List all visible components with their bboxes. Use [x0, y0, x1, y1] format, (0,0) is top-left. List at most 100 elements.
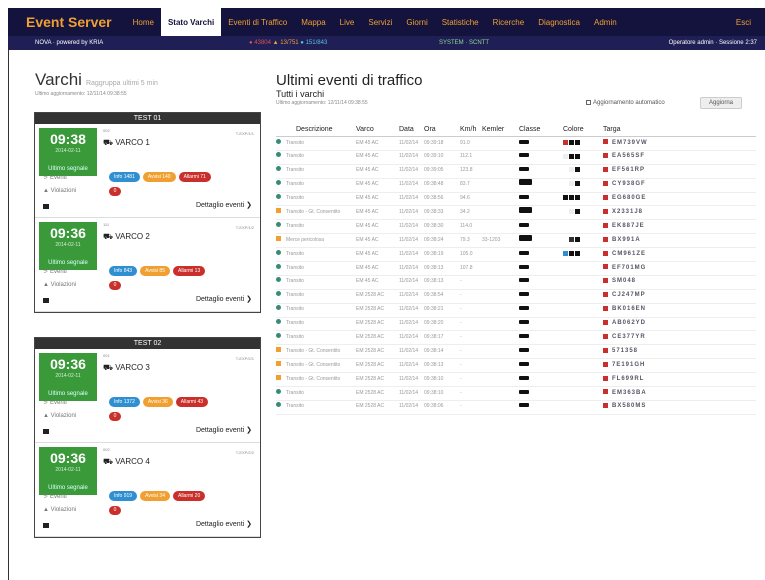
table-row[interactable]: Transito EM 45 AC 11/02/14 09:38:48 83.7 CY93…: [276, 179, 756, 193]
gate-name[interactable]: ⛟ VARCO 4: [103, 457, 150, 467]
plate-cell[interactable]: EK887JE: [603, 220, 756, 234]
table-row[interactable]: Transito EM 45 AC 11/02/14 09:38:30 114.0 EK8…: [276, 220, 756, 235]
plate-cell[interactable]: 571358: [603, 345, 756, 359]
violations-badge[interactable]: 0: [109, 281, 121, 290]
column-header[interactable]: Targa: [603, 123, 756, 136]
event-details-link[interactable]: Dettaglio eventi ❯: [196, 295, 252, 303]
event-details-link[interactable]: Dettaglio eventi ❯: [196, 520, 252, 528]
video-icon[interactable]: [43, 429, 49, 434]
plate-cell[interactable]: EG680GE: [603, 192, 756, 206]
group-header[interactable]: TEST 01: [35, 113, 260, 124]
event-details-link[interactable]: Dettaglio eventi ❯: [196, 201, 252, 209]
table-row[interactable]: Transito EM 45 AC 11/02/14 09:38:13 - SM048: [276, 276, 756, 290]
column-header[interactable]: Data: [399, 123, 424, 136]
alarm-badge[interactable]: Allarmi 20: [173, 491, 206, 501]
table-row[interactable]: Transito EM 45 AC 11/02/14 09:39:05 123.8 EF5…: [276, 165, 756, 179]
table-row[interactable]: Transito EM 2528 AC 11/02/14 09:38:17 - CE377…: [276, 331, 756, 346]
plate-cell[interactable]: BX991A: [603, 234, 756, 248]
column-header[interactable]: Varco: [356, 123, 399, 136]
video-icon[interactable]: [43, 523, 49, 528]
time-cell: 09:38:13: [424, 361, 444, 368]
gate-name[interactable]: ⛟ VARCO 3: [103, 363, 150, 373]
logout-link[interactable]: Esci: [736, 18, 765, 27]
plate-cell[interactable]: BK016EN: [603, 303, 756, 317]
violations-badge[interactable]: 0: [109, 187, 121, 196]
table-row[interactable]: Transito EM 2528 AC 11/02/14 09:38:06 - BX580…: [276, 401, 756, 415]
auto-refresh-toggle[interactable]: Aggiornamento automatico: [586, 100, 665, 106]
table-row[interactable]: Transito EM 45 AC 11/02/14 09:39:10 112.1 EA5…: [276, 151, 756, 165]
alarm-count[interactable]: ● 43804: [249, 40, 271, 46]
info-count[interactable]: ● 151/843: [300, 40, 327, 46]
table-row[interactable]: Merce pericolosa EM 45 AC 11/02/14 09:38:24…: [276, 234, 756, 249]
plate-cell[interactable]: CY938GF: [603, 178, 756, 192]
checkbox-icon[interactable]: [586, 100, 591, 105]
alarm-badge[interactable]: Allarmi 71: [178, 172, 211, 182]
nav-item-giorni[interactable]: Giorni: [399, 8, 434, 36]
plate-cell[interactable]: CJ247MP: [603, 289, 756, 303]
column-header[interactable]: Kemler: [482, 123, 519, 136]
violations-badge[interactable]: 0: [109, 412, 121, 421]
table-row[interactable]: Transito EM 45 AC 11/02/14 09:39:18 91.0 EM73…: [276, 137, 756, 151]
plate-cell[interactable]: EF561RP: [603, 164, 756, 178]
nav-item-servizi[interactable]: Servizi: [361, 8, 399, 36]
table-row[interactable]: Transito - Gt. Consentito EM 2528 AC 11/02…: [276, 345, 756, 360]
plate-cell[interactable]: X2331J8: [603, 206, 756, 220]
table-row[interactable]: Transito EM 45 AC 11/02/14 09:38:19 105.0 CM9…: [276, 248, 756, 263]
column-header[interactable]: Descrizione: [286, 123, 356, 136]
info-badge[interactable]: Info 843: [109, 266, 138, 276]
warning-badge[interactable]: Avvisi 140: [142, 172, 176, 182]
info-badge[interactable]: Info 1481: [109, 172, 140, 182]
table-row[interactable]: Transito - Gt. Consentito EM 45 AC 11/02/1…: [276, 206, 756, 221]
nav-item-admin[interactable]: Admin: [587, 8, 624, 36]
nav-item-stato-varchi[interactable]: Stato Varchi: [160, 8, 222, 36]
alarm-badge[interactable]: Allarmi 13: [173, 266, 206, 276]
nav-item-live[interactable]: Live: [333, 8, 362, 36]
table-row[interactable]: Transito EM 45 AC 11/02/14 09:38:13 107.8 EF7…: [276, 262, 756, 276]
plate-cell[interactable]: EF701MG: [603, 262, 756, 276]
app-title[interactable]: Event Server: [8, 14, 126, 30]
nav-item-eventi-di-traffico[interactable]: Eventi di Traffico: [221, 8, 294, 36]
column-header[interactable]: Classe: [519, 123, 563, 136]
nav-item-diagnostica[interactable]: Diagnostica: [531, 8, 587, 36]
plate-cell[interactable]: EA565SF: [603, 150, 756, 164]
warning-count[interactable]: ▲ 13/751: [273, 40, 299, 46]
user-info[interactable]: Operatore admin · Sessione 2:37: [669, 40, 757, 46]
table-row[interactable]: Transito EM 45 AC 11/02/14 09:38:56 94.6 EG68…: [276, 193, 756, 207]
plate-cell[interactable]: BX580MS: [603, 400, 756, 414]
info-badge[interactable]: Info 1372: [109, 397, 140, 407]
plate-cell[interactable]: CE377YR: [603, 331, 756, 345]
info-badge[interactable]: Info 919: [109, 491, 138, 501]
plate-cell[interactable]: CM961ZE: [603, 248, 756, 262]
nav-item-statistiche[interactable]: Statistiche: [435, 8, 486, 36]
video-icon[interactable]: [43, 298, 49, 303]
gate-name[interactable]: ⛟ VARCO 1: [103, 138, 150, 148]
column-header[interactable]: Km/h: [460, 123, 482, 136]
event-details-link[interactable]: Dettaglio eventi ❯: [196, 426, 252, 434]
violations-badge[interactable]: 0: [109, 506, 121, 515]
video-icon[interactable]: [43, 204, 49, 209]
group-header[interactable]: TEST 02: [35, 338, 260, 349]
column-header[interactable]: Ora: [424, 123, 460, 136]
column-header[interactable]: Colore: [563, 123, 603, 136]
table-row[interactable]: Transito EM 2528 AC 11/02/14 09:38:10 - EM363…: [276, 387, 756, 401]
plate-cell[interactable]: 7E191GH: [603, 359, 756, 373]
warning-badge[interactable]: Avvisi 36: [142, 397, 173, 407]
alarm-badge[interactable]: Allarmi 43: [175, 397, 209, 407]
table-row[interactable]: Transito - Gt. Consentito EM 2528 AC 11/02…: [276, 373, 756, 388]
plate-cell[interactable]: AB062YD: [603, 317, 756, 331]
plate-cell[interactable]: SM048: [603, 275, 756, 289]
gate-name[interactable]: ⛟ VARCO 2: [103, 232, 150, 242]
warning-badge[interactable]: Avvisi 85: [140, 266, 170, 276]
warning-badge[interactable]: Avvisi 34: [140, 491, 170, 501]
plate-cell[interactable]: EM363BA: [603, 387, 756, 401]
nav-item-home[interactable]: Home: [126, 8, 161, 36]
nav-item-mappa[interactable]: Mappa: [294, 8, 332, 36]
table-row[interactable]: Transito EM 2528 AC 11/02/14 09:38:20 - AB062…: [276, 318, 756, 332]
refresh-button[interactable]: Aggiorna: [700, 97, 742, 109]
table-row[interactable]: Transito EM 2528 AC 11/02/14 09:38:54 - CJ247…: [276, 290, 756, 304]
nav-item-ricerche[interactable]: Ricerche: [486, 8, 532, 36]
plate-cell[interactable]: EM739VW: [603, 137, 756, 151]
table-row[interactable]: Transito - Gt. Consentito EM 2528 AC 11/02…: [276, 359, 756, 374]
plate-cell[interactable]: FL699RL: [603, 373, 756, 387]
table-row[interactable]: Transito EM 2528 AC 11/02/14 09:38:21 - BK016…: [276, 304, 756, 318]
